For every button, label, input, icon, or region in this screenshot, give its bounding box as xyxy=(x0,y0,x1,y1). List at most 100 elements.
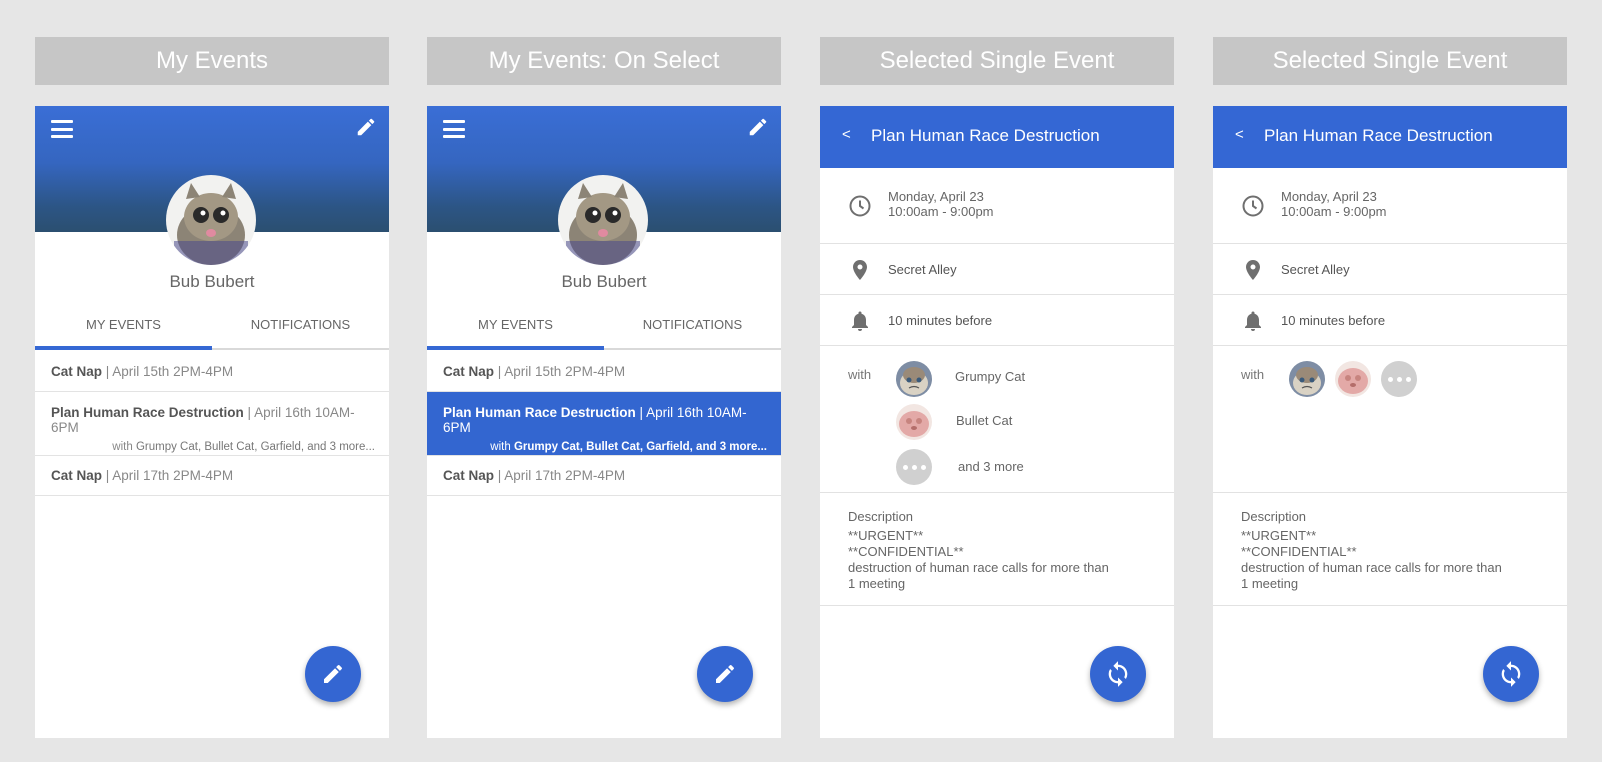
bell-icon xyxy=(1245,311,1261,331)
event-attendees: with Grumpy Cat, Bullet Cat, Garfield, a… xyxy=(51,441,375,453)
phone-frame: < Plan Human Race Destruction Monday, Ap… xyxy=(820,106,1174,738)
description-line: 1 meeting xyxy=(1241,576,1299,591)
attendee-name: Grumpy Cat xyxy=(955,369,1026,384)
profile-name: Bub Bubert xyxy=(169,272,255,291)
attendees-prefix: with xyxy=(112,441,136,453)
attendee-name: and 3 more xyxy=(958,459,1024,474)
avatar[interactable] xyxy=(166,175,256,265)
event-time-row[interactable]: Monday, April 23 10:00am - 9:00pm xyxy=(820,168,1174,244)
attendees-names: Grumpy Cat, Bullet Cat, Garfield, and 3 … xyxy=(135,441,375,453)
edit-icon xyxy=(324,664,343,683)
event-location-row[interactable]: Secret Alley xyxy=(820,244,1174,295)
event-hours: 10:00am - 9:00pm xyxy=(888,204,994,219)
compose-fab-button[interactable] xyxy=(697,646,753,702)
refresh-fab-button[interactable] xyxy=(1090,646,1146,702)
event-attendees-row: with xyxy=(1213,346,1567,493)
tab-bar: MY EVENTS NOTIFICATIONS xyxy=(35,310,389,350)
list-item[interactable]: Cat Nap | April 17th 2PM-4PM xyxy=(427,456,781,496)
location-pin-icon xyxy=(1246,260,1260,280)
avatar[interactable] xyxy=(558,175,648,265)
app-bar: < Plan Human Race Destruction xyxy=(1213,106,1567,168)
event-datetime: Monday, April 23 10:00am - 9:00pm xyxy=(888,189,994,219)
phone-frame: Bub Bubert MY EVENTS NOTIFICATIONS Cat N… xyxy=(35,106,389,738)
attendee-avatar-group xyxy=(1289,361,1417,397)
attendee-avatar[interactable] xyxy=(1289,361,1325,397)
menu-icon[interactable] xyxy=(51,120,73,138)
event-attendees-row: with Grumpy Cat Bullet Cat and 3 more xyxy=(820,346,1174,493)
tab-my-events[interactable]: MY EVENTS xyxy=(427,310,604,350)
event-location: Secret Alley xyxy=(1281,262,1350,277)
more-icon[interactable] xyxy=(1381,361,1417,397)
location-pin-icon xyxy=(853,260,867,280)
list-item[interactable]: Cat Nap | April 17th 2PM-4PM xyxy=(35,456,389,496)
description-text: **URGENT** **CONFIDENTIAL** destruction … xyxy=(848,528,1148,592)
edit-icon[interactable] xyxy=(747,116,769,138)
event-reminder: 10 minutes before xyxy=(888,313,993,328)
event-location: Secret Alley xyxy=(888,262,957,277)
tab-indicator xyxy=(427,346,604,350)
tab-notifications[interactable]: NOTIFICATIONS xyxy=(212,310,389,350)
refresh-icon xyxy=(1501,661,1521,687)
tab-my-events[interactable]: MY EVENTS xyxy=(35,310,212,350)
edit-icon xyxy=(716,664,735,683)
event-title: Cat Nap xyxy=(443,468,495,483)
back-button[interactable]: < xyxy=(1235,126,1244,143)
description-line: destruction of human race calls for more… xyxy=(848,560,1109,575)
more-icon[interactable] xyxy=(896,449,932,485)
screen-title: My Events: On Select xyxy=(427,37,781,85)
event-reminder-row[interactable]: 10 minutes before xyxy=(1213,295,1567,346)
phone-frame: Bub Bubert MY EVENTS NOTIFICATIONS Cat N… xyxy=(427,106,781,738)
app-bar: < Plan Human Race Destruction xyxy=(820,106,1174,168)
event-separator: | xyxy=(102,364,113,379)
back-button[interactable]: < xyxy=(842,126,851,143)
attendees-prefix: with xyxy=(490,441,514,453)
event-time: April 15th 2PM-4PM xyxy=(504,364,626,379)
event-time: April 17th 2PM-4PM xyxy=(504,468,626,483)
bell-icon xyxy=(852,311,868,331)
page-title: Plan Human Race Destruction xyxy=(871,126,1100,145)
with-label: with xyxy=(848,367,872,382)
screen-title: My Events xyxy=(35,37,389,85)
event-description-row: Description **URGENT** **CONFIDENTIAL** … xyxy=(820,493,1174,606)
compose-fab-button[interactable] xyxy=(305,646,361,702)
event-separator: | xyxy=(494,364,505,379)
description-label: Description xyxy=(1241,509,1307,524)
event-time-row[interactable]: Monday, April 23 10:00am - 9:00pm xyxy=(1213,168,1567,244)
attendee-avatar[interactable] xyxy=(1335,361,1371,397)
event-reminder: 10 minutes before xyxy=(1281,313,1386,328)
event-reminder-row[interactable]: 10 minutes before xyxy=(820,295,1174,346)
list-item[interactable]: Plan Human Race Destruction | April 16th… xyxy=(35,392,389,456)
event-date: Monday, April 23 xyxy=(888,189,984,204)
event-title: Cat Nap xyxy=(443,364,495,379)
phone-frame: < Plan Human Race Destruction Monday, Ap… xyxy=(1213,106,1567,738)
refresh-icon xyxy=(1108,661,1128,687)
list-item[interactable]: Cat Nap | April 15th 2PM-4PM xyxy=(35,351,389,392)
event-description-row: Description **URGENT** **CONFIDENTIAL** … xyxy=(1213,493,1567,606)
event-title: Cat Nap xyxy=(51,364,103,379)
screen-title: Selected Single Event xyxy=(1213,37,1567,85)
event-separator: | xyxy=(635,405,647,420)
event-separator: | xyxy=(243,405,255,420)
event-separator: | xyxy=(494,468,505,483)
list-item-selected[interactable]: Plan Human Race Destruction | April 16th… xyxy=(427,392,781,456)
event-title: Cat Nap xyxy=(51,468,103,483)
edit-icon[interactable] xyxy=(355,116,377,138)
description-text: **URGENT** **CONFIDENTIAL** destruction … xyxy=(1241,528,1541,592)
attendee-avatar[interactable] xyxy=(896,361,932,397)
event-location-row[interactable]: Secret Alley xyxy=(1213,244,1567,295)
attendee-avatar[interactable] xyxy=(896,404,932,440)
list-item[interactable]: Cat Nap | April 15th 2PM-4PM xyxy=(427,351,781,392)
description-line: destruction of human race calls for more… xyxy=(1241,560,1502,575)
event-title: Plan Human Race Destruction xyxy=(51,405,244,420)
event-title: Plan Human Race Destruction xyxy=(443,405,636,420)
refresh-fab-button[interactable] xyxy=(1483,646,1539,702)
event-time: April 17th 2PM-4PM xyxy=(112,468,234,483)
description-line: **CONFIDENTIAL** xyxy=(1241,544,1357,559)
attendees-names: Grumpy Cat, Bullet Cat, Garfield, and 3 … xyxy=(513,441,767,453)
screen-title: Selected Single Event xyxy=(820,37,1174,85)
tab-notifications[interactable]: NOTIFICATIONS xyxy=(604,310,781,350)
tab-bar: MY EVENTS NOTIFICATIONS xyxy=(427,310,781,350)
event-date: Monday, April 23 xyxy=(1281,189,1377,204)
description-line: **URGENT** xyxy=(1241,528,1317,543)
menu-icon[interactable] xyxy=(443,120,465,138)
